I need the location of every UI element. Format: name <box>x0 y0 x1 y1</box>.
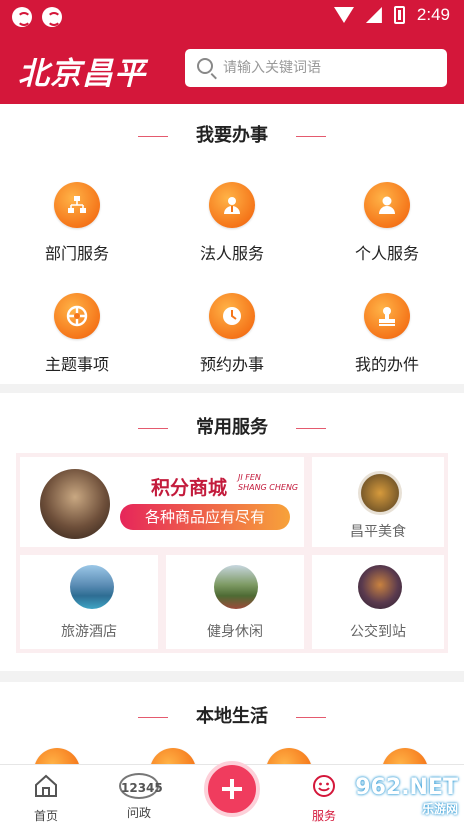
bus-photo <box>358 565 402 609</box>
mall-photo <box>40 469 110 539</box>
fitness-photo <box>214 565 258 609</box>
grid-item-theme[interactable]: 主题事项 <box>0 293 154 375</box>
service-travel-hotel[interactable]: 旅游酒店 <box>16 551 162 653</box>
promo-subtitle: JI FEN SHANG CHENG <box>238 473 299 492</box>
hotline-12345-icon: 12345 <box>119 773 163 799</box>
wifi-icon <box>333 7 354 23</box>
grid-item-my-cases[interactable]: 我的办件 <box>310 293 464 375</box>
local-item-icon[interactable] <box>382 748 428 764</box>
points-mall-banner[interactable]: 积分商城 JI FEN SHANG CHENG 各种商品应有尽有 <box>16 453 308 551</box>
service-label: 健身休闲 <box>207 624 263 640</box>
tab-label: 问政 <box>126 806 151 820</box>
tab-home[interactable]: 首页 <box>11 773 81 824</box>
app-logo: 北京昌平 <box>18 56 146 92</box>
grid-item-label: 预约办事 <box>199 355 264 374</box>
tab-politics[interactable]: 12345 问政 <box>104 773 174 821</box>
grid-item-label: 主题事项 <box>44 355 109 374</box>
notification-icon <box>42 7 62 27</box>
section-title: 常用服务 <box>0 413 464 439</box>
grid-item-department[interactable]: 部门服务 <box>0 182 154 264</box>
search-icon <box>197 58 213 74</box>
local-item-icon[interactable] <box>150 748 196 764</box>
grid-item-personal[interactable]: 个人服务 <box>310 182 464 264</box>
legal-person-icon <box>224 197 240 214</box>
local-item-icon[interactable] <box>34 748 80 764</box>
service-label: 公交到站 <box>350 624 406 640</box>
food-photo <box>358 471 402 515</box>
stamp-icon <box>379 307 395 326</box>
grid-item-legal[interactable]: 法人服务 <box>155 182 309 264</box>
app-header: 北京昌平 <box>0 34 464 104</box>
grid-item-appointment[interactable]: 预约办事 <box>155 293 309 375</box>
section-title: 我要办事 <box>0 121 464 147</box>
hotel-photo <box>70 565 114 609</box>
add-button[interactable] <box>204 761 260 817</box>
grid-item-label: 部门服务 <box>44 244 109 263</box>
clock-icon <box>223 307 241 325</box>
service-food[interactable]: 昌平美食 <box>308 453 448 551</box>
personal-icon <box>379 196 395 214</box>
tab-label: 首页 <box>33 809 58 823</box>
local-item-icon[interactable] <box>266 748 312 764</box>
battery-icon <box>393 6 405 24</box>
local-life-section: 本地生活 <box>0 682 464 764</box>
service-bus[interactable]: 公交到站 <box>308 551 448 653</box>
tab-services[interactable]: 服务 <box>289 773 359 824</box>
grid-item-label: 个人服务 <box>354 244 419 263</box>
department-icon <box>68 196 86 213</box>
grid-item-label: 法人服务 <box>199 244 264 263</box>
service-label: 昌平美食 <box>350 524 406 540</box>
status-bar: 2:49 <box>0 0 464 34</box>
service-fitness[interactable]: 健身休闲 <box>162 551 308 653</box>
promo-slogan: 各种商品应有尽有 <box>120 504 290 530</box>
notification-icon <box>12 7 32 27</box>
grid-item-label: 我的办件 <box>354 355 419 374</box>
handle-section: 我要办事 部门服务 法人服务 个人服务 主题事项 预约办事 我的办件 <box>0 104 464 384</box>
smile-icon <box>313 775 335 797</box>
watermark: 962.NET 乐游网 <box>355 775 458 816</box>
promo-title: 积分商城 <box>151 477 228 499</box>
service-label: 旅游酒店 <box>61 624 117 640</box>
search-box[interactable] <box>185 49 447 87</box>
status-time: 2:49 <box>416 5 450 24</box>
tab-label: 服务 <box>311 809 336 823</box>
home-icon <box>35 774 57 797</box>
theme-icon <box>66 305 88 327</box>
bottom-tab-bar: 首页 12345 问政 服务 962.NET 乐游网 <box>0 761 464 824</box>
section-title: 本地生活 <box>0 702 464 728</box>
common-services-section: 常用服务 积分商城 JI FEN SHANG CHENG 各种商品应有尽有 昌平美… <box>0 393 464 671</box>
search-input[interactable] <box>223 56 433 80</box>
no-signal-icon <box>365 7 382 23</box>
